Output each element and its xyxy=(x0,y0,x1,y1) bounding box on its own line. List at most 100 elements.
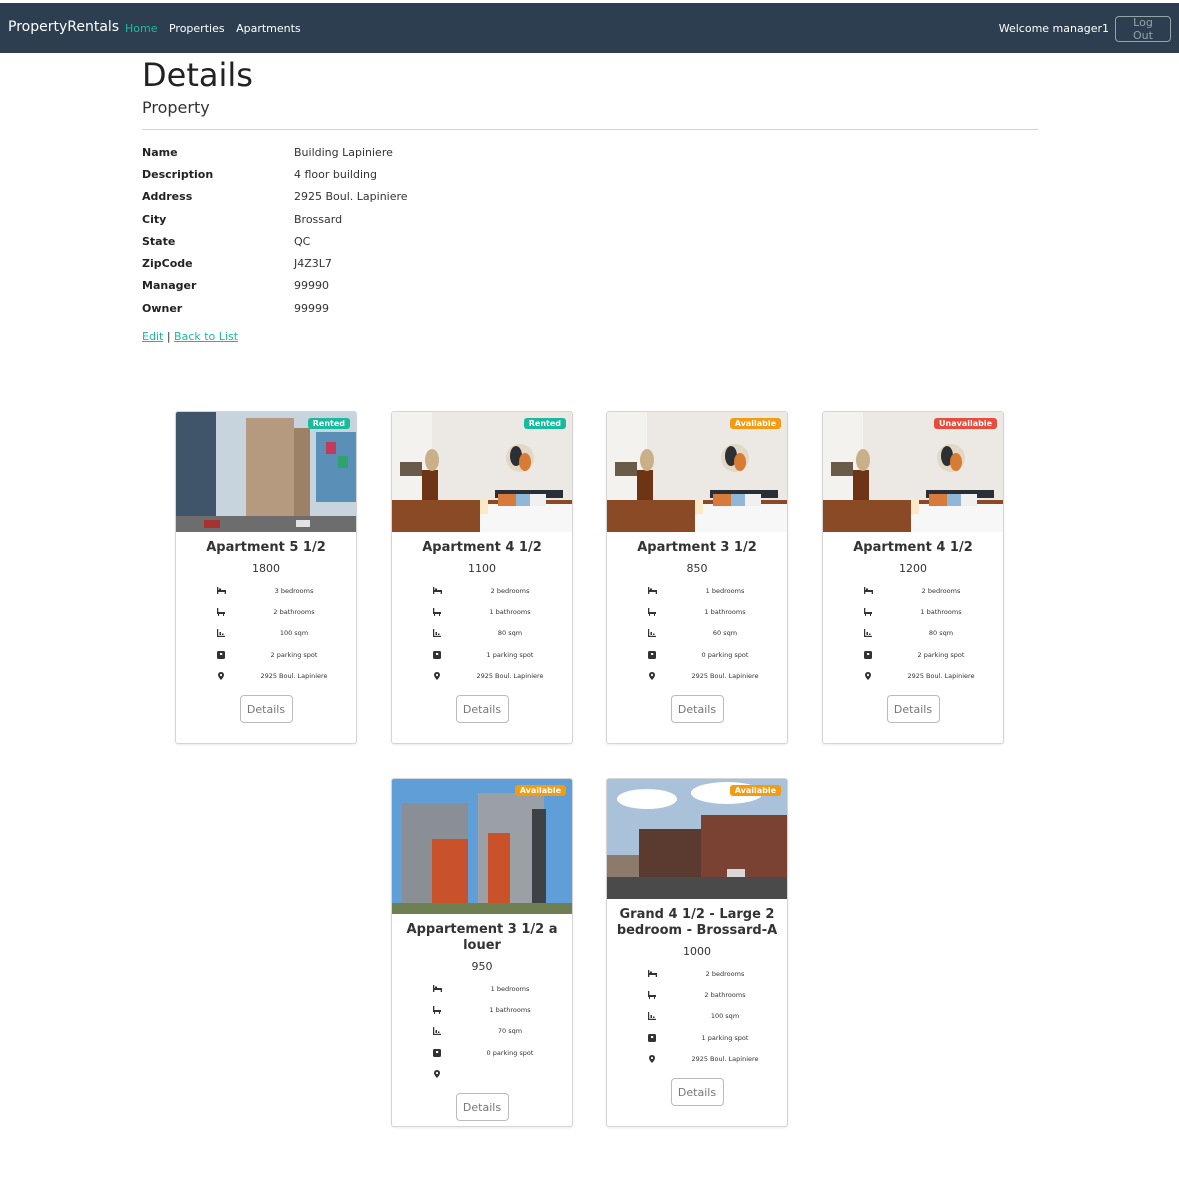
bed-icon xyxy=(863,586,873,596)
apartment-price: 850 xyxy=(686,562,708,575)
bath-icon xyxy=(216,607,226,617)
feature-list: 3 bedrooms 2 bathrooms 100 sqm 2 parking sp… xyxy=(176,580,356,686)
apartment-title: Apartment 4 1/2 xyxy=(422,540,542,555)
back-to-list-link[interactable]: Back to List xyxy=(174,330,238,343)
feature-list: 1 bedrooms 1 bathrooms 60 sqm 0 parking spo… xyxy=(607,580,787,686)
feature-row: 1 bedrooms xyxy=(607,580,787,601)
feature-row: 1 parking spot xyxy=(607,1027,787,1048)
feature-text: 1 bathrooms xyxy=(704,607,746,616)
details-button[interactable]: Details xyxy=(455,695,509,724)
feature-text: 2925 Boul. Lapiniere xyxy=(907,671,975,680)
feature-text: 2 parking spot xyxy=(270,650,318,659)
details-button[interactable]: Details xyxy=(455,1093,509,1122)
apartment-title: Appartement 3 1/2 a louer xyxy=(406,922,558,953)
detail-label: City xyxy=(142,212,167,226)
bath-icon xyxy=(647,607,657,617)
nav-links: Home Properties Apartments xyxy=(125,22,309,35)
parking-icon xyxy=(863,650,873,660)
detail-row-description: Description 4 floor building xyxy=(142,163,642,185)
details-button[interactable]: Details xyxy=(670,1078,724,1107)
details-button[interactable]: Details xyxy=(239,695,293,724)
detail-label: State xyxy=(142,234,176,248)
location-pin-icon xyxy=(432,671,442,681)
detail-row-name: Name Building Lapiniere xyxy=(142,141,642,163)
feature-row: 2925 Boul. Lapiniere xyxy=(607,665,787,686)
location-pin-icon xyxy=(432,1069,442,1079)
divider xyxy=(142,129,1038,130)
bath-icon xyxy=(863,607,873,617)
feature-text: 2925 Boul. Lapiniere xyxy=(260,671,328,680)
feature-row: 1 bathrooms xyxy=(823,601,1003,622)
feature-text: 1 bedrooms xyxy=(490,984,530,993)
feature-text: 1 parking spot xyxy=(701,1033,749,1042)
status-badge: Available xyxy=(729,785,781,796)
detail-row-owner: Owner 99999 xyxy=(142,297,642,319)
bath-icon xyxy=(432,1005,442,1015)
feature-row: 1 bathrooms xyxy=(392,999,572,1020)
feature-row: 100 sqm xyxy=(607,1006,787,1027)
feature-row: 100 sqm xyxy=(176,623,356,644)
logout-button[interactable]: Log Out xyxy=(1115,16,1171,42)
feature-row: 2 bathrooms xyxy=(176,601,356,622)
feature-row: 2 parking spot xyxy=(176,644,356,665)
parking-icon xyxy=(432,650,442,660)
detail-value: 2925 Boul. Lapiniere xyxy=(294,190,408,204)
feature-row: 80 sqm xyxy=(392,623,572,644)
feature-row: 2925 Boul. Lapiniere xyxy=(176,665,356,686)
details-list: Name Building Lapiniere Description 4 fl… xyxy=(142,141,642,319)
brand-link[interactable]: PropertyRentals xyxy=(8,19,119,35)
detail-value: Building Lapiniere xyxy=(294,145,393,159)
page-title: Details xyxy=(142,56,253,94)
detail-value: 99990 xyxy=(294,279,329,293)
nav-properties-link[interactable]: Properties xyxy=(169,22,225,35)
detail-label: Owner xyxy=(142,301,183,315)
navbar: PropertyRentals Home Properties Apartmen… xyxy=(0,3,1179,53)
nav-apartments-link[interactable]: Apartments xyxy=(236,22,301,35)
feature-row: 1 bathrooms xyxy=(607,601,787,622)
detail-value: Brossard xyxy=(294,212,343,226)
area-icon xyxy=(216,628,226,638)
detail-value: 99999 xyxy=(294,301,329,315)
apartment-photo: Available xyxy=(392,779,572,914)
apartment-card: Available Appartement 3 1/2 a louer 950 1 b… xyxy=(391,778,573,1127)
welcome-text: Welcome manager1 xyxy=(998,22,1109,35)
apartment-photo: Available xyxy=(607,779,787,899)
details-button[interactable]: Details xyxy=(670,695,724,724)
page-subtitle: Property xyxy=(142,98,210,117)
apartment-price: 1000 xyxy=(683,945,711,958)
detail-value: 4 floor building xyxy=(294,167,377,181)
apartment-price: 1800 xyxy=(252,562,280,575)
nav-home-link[interactable]: Home xyxy=(125,22,157,35)
area-icon xyxy=(647,1011,657,1021)
area-icon xyxy=(432,628,442,638)
action-links: Edit | Back to List xyxy=(142,330,238,343)
feature-text: 2925 Boul. Lapiniere xyxy=(691,1054,759,1063)
feature-text: 100 sqm xyxy=(279,629,309,638)
detail-value: J4Z3L7 xyxy=(294,257,332,271)
apartment-photo: Unavailable xyxy=(823,412,1003,532)
feature-row: 2 bedrooms xyxy=(823,580,1003,601)
feature-row: 2 bathrooms xyxy=(607,984,787,1005)
feature-text: 0 parking spot xyxy=(701,650,749,659)
status-badge: Unavailable xyxy=(934,418,997,429)
apartment-card: Available Grand 4 1/2 - Large 2 bedroom -… xyxy=(606,778,788,1127)
details-button[interactable]: Details xyxy=(886,695,940,724)
feature-row: 2925 Boul. Lapiniere xyxy=(607,1048,787,1069)
bed-icon xyxy=(647,969,657,979)
feature-text: 2925 Boul. Lapiniere xyxy=(691,671,759,680)
detail-row-city: City Brossard xyxy=(142,208,642,230)
apartment-photo: Rented xyxy=(176,412,356,532)
status-badge: Available xyxy=(729,418,781,429)
apartment-price: 950 xyxy=(471,960,493,973)
feature-row: 1 parking spot xyxy=(392,644,572,665)
detail-label: Manager xyxy=(142,279,197,293)
detail-row-state: State QC xyxy=(142,230,642,252)
feature-text: 1 bathrooms xyxy=(920,607,962,616)
apartment-photo: Available xyxy=(607,412,787,532)
edit-link[interactable]: Edit xyxy=(142,330,163,343)
bed-icon xyxy=(216,586,226,596)
feature-list: 1 bedrooms 1 bathrooms 70 sqm 0 parking spo… xyxy=(392,978,572,1084)
feature-row: 2925 Boul. Lapiniere xyxy=(823,665,1003,686)
link-separator: | xyxy=(166,330,171,343)
apartment-card: Rented Apartment 5 1/2 1800 3 bedrooms 2 bat… xyxy=(175,411,357,744)
